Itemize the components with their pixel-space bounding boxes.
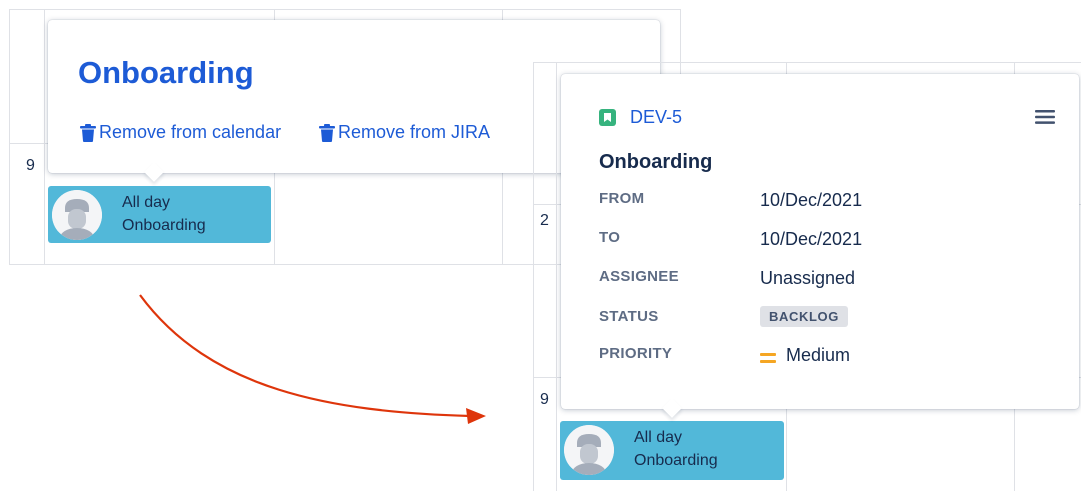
field-value: Unassigned: [760, 268, 856, 288]
field-status: STATUS BACKLOG: [599, 306, 848, 327]
field-priority: PRIORITY Medium: [599, 345, 850, 366]
grid-line: [533, 62, 1081, 63]
field-label: ASSIGNEE: [599, 268, 679, 285]
default-avatar-icon: [564, 425, 614, 475]
issue-key-link[interactable]: DEV-5: [599, 107, 682, 128]
hamburger-menu-icon[interactable]: [1035, 109, 1055, 130]
priority-medium-icon: [760, 352, 776, 365]
field-label: FROM: [599, 190, 645, 207]
field-to: TO 10/Dec/2021: [599, 229, 862, 250]
grid-line: [556, 62, 557, 491]
field-value: 10/Dec/2021: [760, 190, 863, 210]
event-title: Onboarding: [634, 452, 718, 469]
day-number: 2: [540, 212, 549, 229]
field-value: 10/Dec/2021: [760, 229, 863, 249]
event-time: All day: [634, 429, 683, 446]
avatar: [564, 425, 614, 475]
grid-line: [533, 62, 534, 491]
issue-details-popup: DEV-5 Onboarding FROM 10/Dec/2021 TO 10/…: [561, 74, 1079, 418]
field-label: STATUS: [599, 308, 659, 325]
field-assignee: ASSIGNEE Unassigned: [599, 268, 855, 289]
issue-title: Onboarding: [599, 151, 713, 173]
day-number: 9: [540, 391, 549, 408]
priority-value: Medium: [786, 345, 851, 365]
field-label: TO: [599, 229, 621, 246]
issue-key: DEV-5: [630, 107, 683, 127]
story-icon: [599, 109, 616, 126]
field-label: PRIORITY: [599, 345, 673, 362]
status-badge: BACKLOG: [760, 306, 848, 327]
field-from: FROM 10/Dec/2021: [599, 190, 862, 211]
calendar-event[interactable]: All day Onboarding: [560, 421, 784, 480]
